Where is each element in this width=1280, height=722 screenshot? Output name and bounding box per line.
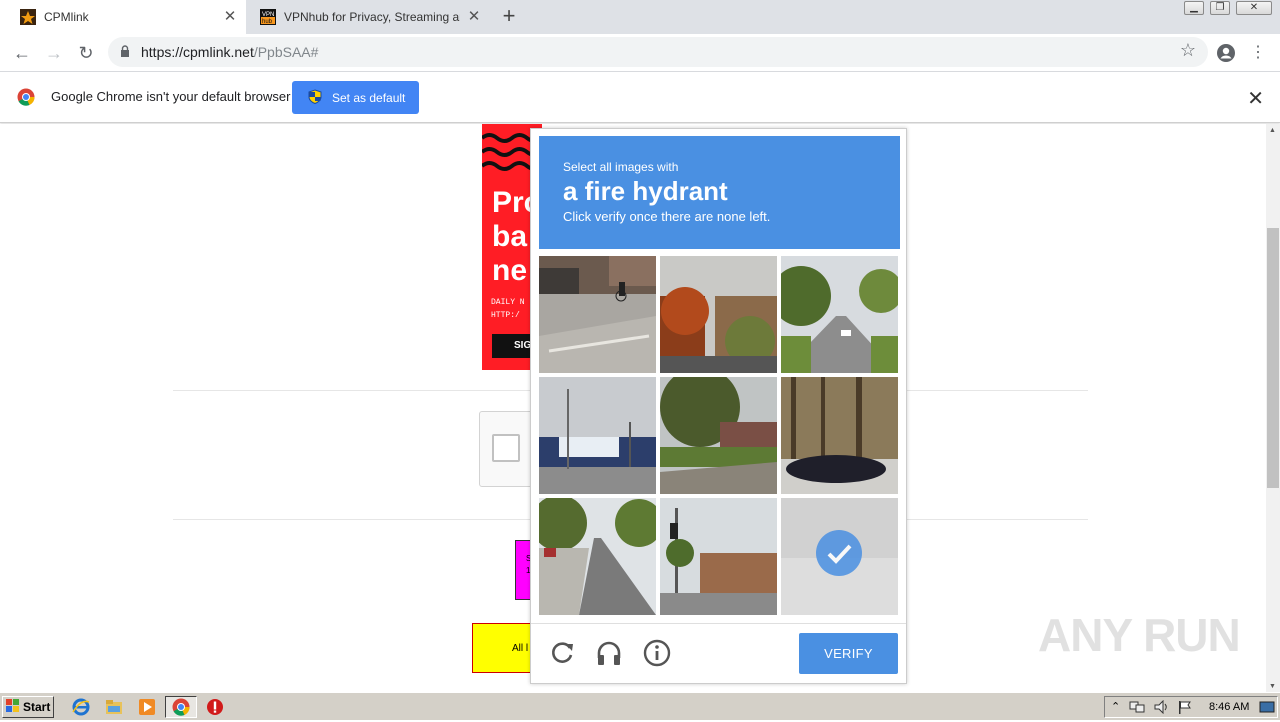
- challenge-tile-8[interactable]: [660, 498, 777, 615]
- chrome-logo-icon: [17, 88, 35, 111]
- bookmark-star-icon[interactable]: ☆: [1180, 40, 1196, 61]
- infobar-message: Google Chrome isn't your default browser: [51, 89, 291, 104]
- action-center-flag-icon[interactable]: [1177, 700, 1193, 719]
- challenge-footer: VERIFY: [531, 623, 906, 684]
- ad-small-line: DAILY N: [491, 298, 525, 307]
- url-path: /PpbSAA#: [253, 44, 319, 60]
- tray-expand-icon[interactable]: ⌃: [1111, 700, 1120, 713]
- cpmlink-favicon-icon: [20, 9, 36, 25]
- challenge-tile-4[interactable]: [539, 377, 656, 494]
- challenge-header: Select all images with a fire hydrant Cl…: [539, 136, 900, 249]
- volume-icon[interactable]: [1153, 699, 1169, 719]
- svg-text:hub: hub: [262, 19, 273, 25]
- url-host: https://cpmlink.net: [141, 44, 254, 60]
- verify-button[interactable]: VERIFY: [799, 633, 898, 674]
- clock: 8:46 AM: [1209, 701, 1250, 713]
- start-button[interactable]: Start: [2, 696, 54, 718]
- challenge-target: a fire hydrant: [563, 176, 728, 206]
- challenge-tile-6[interactable]: [781, 377, 898, 494]
- minimize-button[interactable]: ▁: [1184, 1, 1204, 15]
- media-player-icon[interactable]: [137, 697, 157, 717]
- back-arrow-icon[interactable]: ←: [10, 41, 34, 65]
- tab-title: VPNhub for Privacy, Streaming and F: [284, 10, 460, 24]
- address-bar[interactable]: https://cpmlink.net/PpbSAA# ☆: [108, 37, 1208, 67]
- windows-logo-icon: [6, 699, 20, 715]
- profile-icon[interactable]: [1214, 41, 1238, 65]
- stop-icon[interactable]: [205, 697, 225, 717]
- url-text: https://cpmlink.net/PpbSAA#: [141, 44, 318, 60]
- tab-strip: CPMlink ✕ VPN hub VPNhub for Privacy, Str…: [0, 0, 1280, 34]
- page-scrollbar[interactable]: ▲ ▼: [1266, 124, 1280, 692]
- internet-explorer-icon[interactable]: [71, 697, 91, 717]
- recaptcha-checkbox[interactable]: [492, 434, 520, 462]
- challenge-instruction: Select all images with: [563, 160, 679, 174]
- audio-challenge-headphones-icon[interactable]: [594, 638, 624, 668]
- close-tab-icon[interactable]: ✕: [466, 9, 482, 25]
- start-label: Start: [23, 700, 51, 714]
- tab-vpnhub[interactable]: VPNhub VPNhub for Privacy, Streaming and…: [246, 0, 490, 34]
- svg-text:VPN: VPN: [262, 12, 274, 18]
- close-window-button[interactable]: ✕: [1236, 1, 1272, 15]
- reload-icon[interactable]: ↻: [74, 41, 98, 65]
- challenge-tile-3[interactable]: [781, 256, 898, 373]
- close-infobar-icon[interactable]: ✕: [1247, 86, 1264, 111]
- close-tab-icon[interactable]: ✕: [222, 9, 238, 25]
- challenge-tile-5[interactable]: [660, 377, 777, 494]
- vpnhub-favicon-icon: VPN hub: [260, 9, 276, 25]
- scroll-down-arrow-icon[interactable]: ▼: [1269, 683, 1276, 690]
- system-tray: ⌃ 8:46 AM: [1104, 696, 1278, 718]
- uac-shield-icon: [308, 88, 322, 107]
- menu-kebab-icon[interactable]: ⋮: [1246, 41, 1270, 65]
- challenge-tile-9-selected[interactable]: [781, 498, 898, 615]
- challenge-tile-7[interactable]: [539, 498, 656, 615]
- tab-cpmlink[interactable]: CPMlink ✕: [0, 0, 246, 34]
- challenge-tile-1[interactable]: [539, 256, 656, 373]
- scroll-up-arrow-icon[interactable]: ▲: [1269, 127, 1276, 134]
- windows-taskbar: Start ⌃ 8:46 AM: [0, 692, 1280, 720]
- show-desktop-icon[interactable]: [1259, 701, 1275, 719]
- challenge-hint: Click verify once there are none left.: [563, 209, 771, 224]
- selected-checkmark-icon: [816, 530, 862, 576]
- set-as-default-button[interactable]: Set as default: [292, 81, 419, 114]
- info-icon[interactable]: [642, 638, 672, 668]
- restore-button[interactable]: ❐: [1210, 1, 1230, 15]
- reload-challenge-icon[interactable]: [547, 638, 577, 668]
- tab-title: CPMlink: [44, 10, 89, 24]
- new-tab-button[interactable]: +: [498, 5, 520, 27]
- default-browser-infobar: Google Chrome isn't your default browser…: [0, 72, 1280, 123]
- ad-small-line: HTTP:/: [491, 311, 520, 320]
- file-explorer-icon[interactable]: [104, 697, 124, 717]
- set-as-default-label: Set as default: [332, 90, 406, 105]
- forward-arrow-icon[interactable]: →: [42, 41, 66, 65]
- challenge-tile-2[interactable]: [660, 256, 777, 373]
- scrollbar-thumb[interactable]: [1267, 228, 1279, 488]
- network-icon[interactable]: [1129, 700, 1145, 719]
- ad-small-text: DAILY N HTTP:/: [491, 296, 525, 322]
- browser-toolbar: ← → ↻ https://cpmlink.net/PpbSAA# ☆ ⋮: [0, 34, 1280, 72]
- recaptcha-challenge-popup: Select all images with a fire hydrant Cl…: [530, 128, 907, 684]
- anyrun-watermark: ANY RUN: [1038, 609, 1241, 661]
- lock-icon: [120, 45, 130, 63]
- chrome-taskbar-button[interactable]: [165, 696, 197, 718]
